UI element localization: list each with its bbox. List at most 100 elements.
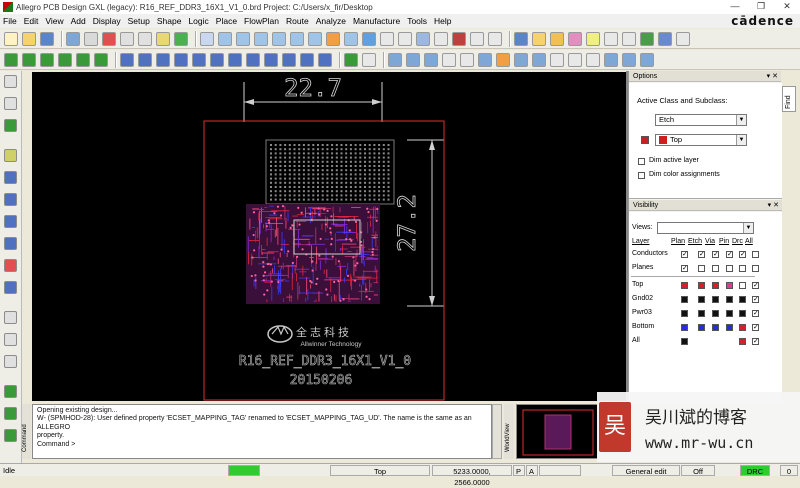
- close-button[interactable]: ✕: [774, 0, 800, 14]
- new-file-icon[interactable]: [4, 31, 18, 46]
- layer-color-swatch[interactable]: [739, 338, 746, 345]
- layer-color-swatch[interactable]: [739, 324, 746, 331]
- edit-vertex-icon[interactable]: [4, 171, 17, 184]
- zoom-selection-icon[interactable]: [308, 31, 322, 46]
- command-console[interactable]: Opening existing design... W- (SPMHOD-28…: [32, 404, 492, 459]
- layer-color-swatch[interactable]: [681, 282, 688, 289]
- shape-select-icon[interactable]: [174, 52, 188, 67]
- conductors-checkbox[interactable]: ✓: [681, 251, 688, 258]
- skill-icon[interactable]: [604, 52, 618, 67]
- shape-add-icon[interactable]: [120, 52, 134, 67]
- layer-icon[interactable]: [380, 31, 394, 46]
- done-icon[interactable]: [156, 31, 170, 46]
- menu-add[interactable]: Add: [71, 16, 86, 26]
- layer-color-swatch[interactable]: [681, 338, 688, 345]
- col-drc[interactable]: Drc: [732, 238, 743, 245]
- shape-circle-icon[interactable]: [156, 52, 170, 67]
- menu-edit[interactable]: Edit: [24, 16, 39, 26]
- layer-color-swatch[interactable]: [698, 310, 705, 317]
- menu-help[interactable]: Help: [434, 16, 451, 26]
- layer-color-swatch[interactable]: [698, 282, 705, 289]
- measure-icon[interactable]: [532, 31, 546, 46]
- swap-icon[interactable]: [424, 52, 438, 67]
- shape-delete-islands-icon[interactable]: [300, 52, 314, 67]
- slide-icon[interactable]: [22, 52, 36, 67]
- layer-color-swatch[interactable]: [739, 296, 746, 303]
- net-logic-icon[interactable]: [478, 52, 492, 67]
- menu-place[interactable]: Place: [216, 16, 237, 26]
- dim-active-checkbox[interactable]: [638, 158, 645, 165]
- status-drc[interactable]: DRC: [740, 465, 770, 476]
- layer-all-checkbox[interactable]: ✓: [752, 338, 759, 345]
- planes-checkbox[interactable]: [712, 265, 719, 272]
- arc-icon[interactable]: [4, 311, 17, 324]
- redraw-icon[interactable]: [326, 31, 340, 46]
- shape-void-icon[interactable]: [192, 52, 206, 67]
- layer-all-checkbox[interactable]: ✓: [752, 282, 759, 289]
- planes-checkbox[interactable]: [739, 265, 746, 272]
- visibility-close-icon[interactable]: ▾ ✕: [768, 200, 779, 211]
- col-all[interactable]: All: [745, 238, 753, 245]
- menu-setup[interactable]: Setup: [128, 16, 150, 26]
- place-manual-icon[interactable]: [344, 52, 358, 67]
- redo-icon[interactable]: [138, 31, 152, 46]
- light-icon[interactable]: [586, 31, 600, 46]
- minimize-button[interactable]: —: [722, 0, 748, 14]
- dim-color-checkbox[interactable]: [638, 172, 645, 179]
- add-connect-icon[interactable]: [4, 149, 17, 162]
- flip-icon[interactable]: [362, 31, 376, 46]
- constraint-icon[interactable]: [442, 52, 456, 67]
- highlight-icon[interactable]: [550, 31, 564, 46]
- unrats-icon[interactable]: [434, 31, 448, 46]
- status-p-toggle[interactable]: P: [513, 465, 525, 476]
- shape-void-circle-icon[interactable]: [228, 52, 242, 67]
- xnet-icon[interactable]: [514, 52, 528, 67]
- vertex-icon[interactable]: [76, 52, 90, 67]
- layer-color-swatch[interactable]: [712, 282, 719, 289]
- shape-compose-icon[interactable]: [318, 52, 332, 67]
- align-icon[interactable]: [388, 52, 402, 67]
- layer-color-swatch[interactable]: [726, 310, 733, 317]
- route-45-icon[interactable]: [4, 385, 17, 398]
- delete-icon[interactable]: [102, 31, 116, 46]
- layer-color-swatch[interactable]: [698, 296, 705, 303]
- planes-checkbox[interactable]: ✓: [681, 265, 688, 272]
- zoom-in-icon[interactable]: [254, 31, 268, 46]
- menu-tools[interactable]: Tools: [407, 16, 427, 26]
- layer-color-swatch[interactable]: [712, 310, 719, 317]
- layer-color-swatch[interactable]: [681, 324, 688, 331]
- class-dropdown[interactable]: Etch ▼: [655, 114, 747, 126]
- shape-rect-icon[interactable]: [138, 52, 152, 67]
- subclass-dropdown[interactable]: Top ▼: [655, 134, 747, 146]
- conductors-checkbox[interactable]: [752, 251, 759, 258]
- custom-smooth-icon[interactable]: [58, 52, 72, 67]
- menu-display[interactable]: Display: [93, 16, 121, 26]
- show-element-icon[interactable]: [488, 31, 502, 46]
- layer-all-checkbox[interactable]: ✓: [752, 324, 759, 331]
- layer-color-swatch[interactable]: [726, 296, 733, 303]
- signal-model-icon[interactable]: [532, 52, 546, 67]
- nc-drill-icon[interactable]: [586, 52, 600, 67]
- conductors-checkbox[interactable]: ✓: [698, 251, 705, 258]
- options-close-icon[interactable]: ▾ ✕: [767, 71, 778, 82]
- open-folder-icon[interactable]: [22, 31, 36, 46]
- pad-icon[interactable]: [604, 31, 618, 46]
- planes-checkbox[interactable]: [752, 265, 759, 272]
- sigxp-icon[interactable]: [550, 52, 564, 67]
- route-icon[interactable]: [4, 52, 18, 67]
- shape-edit-icon[interactable]: [246, 52, 260, 67]
- zoom-out-icon[interactable]: [272, 31, 286, 46]
- undo-icon[interactable]: [120, 31, 134, 46]
- menu-analyze[interactable]: Analyze: [316, 16, 346, 26]
- split-icon[interactable]: [640, 52, 654, 67]
- 3d-view-icon[interactable]: [344, 31, 358, 46]
- planes-checkbox[interactable]: [726, 265, 733, 272]
- zoom-fit-icon[interactable]: [236, 31, 250, 46]
- menu-view[interactable]: View: [45, 16, 63, 26]
- drc-icon[interactable]: [658, 31, 672, 46]
- shape-manual-icon[interactable]: [282, 52, 296, 67]
- col-plan[interactable]: Plan: [671, 238, 685, 245]
- conductors-checkbox[interactable]: ✓: [739, 251, 746, 258]
- layer-color-swatch[interactable]: [739, 310, 746, 317]
- add-line-icon[interactable]: [4, 75, 17, 88]
